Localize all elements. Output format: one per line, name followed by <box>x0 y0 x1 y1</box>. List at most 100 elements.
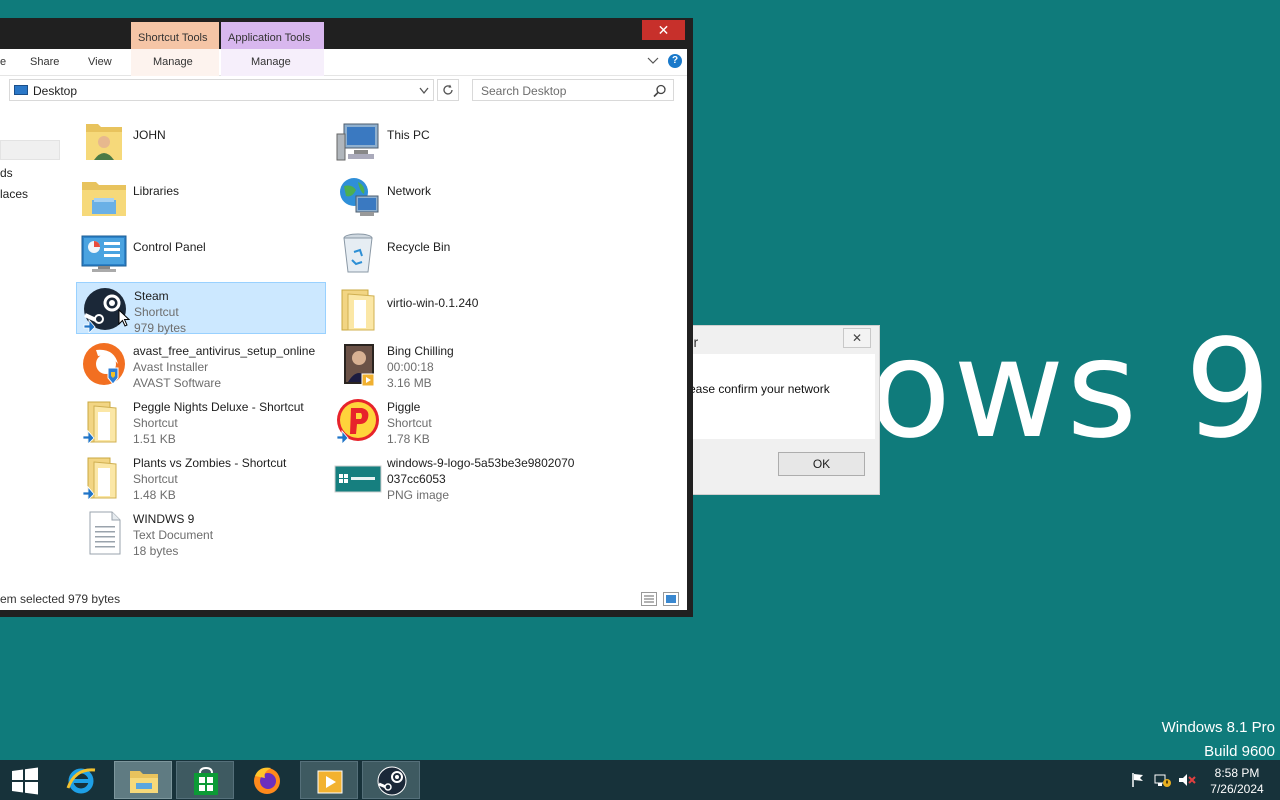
item-duration: 00:00:18 <box>387 360 434 374</box>
list-item-john[interactable]: JOHN <box>76 114 326 166</box>
item-name-continued: 037cc6053 <box>387 472 446 486</box>
item-name: windows-9-logo-5a53be3e9802070 <box>387 456 575 470</box>
libraries-icon <box>82 182 126 216</box>
details-view-button[interactable] <box>641 592 657 606</box>
action-center-flag-icon[interactable] <box>1130 772 1146 788</box>
item-publisher: AVAST Software <box>133 376 222 390</box>
start-button[interactable] <box>0 761 58 799</box>
refresh-icon <box>443 84 453 95</box>
large-icons-view-icon <box>666 595 676 603</box>
ribbon-tabs: e Share View Manage Manage ? <box>0 49 687 76</box>
window-close-button[interactable]: ✕ <box>642 20 685 40</box>
edition-name: Windows 8.1 Pro <box>1161 719 1275 736</box>
details-view-icon <box>644 595 654 603</box>
address-text: Desktop <box>33 84 78 98</box>
nav-item-downloads[interactable]: ds <box>0 166 13 180</box>
taskbar-internet-explorer[interactable] <box>52 761 110 799</box>
network-icon <box>340 178 379 216</box>
status-bar: em selected 979 bytes <box>0 590 687 610</box>
start-icon <box>12 767 38 795</box>
item-name: This PC <box>387 128 430 142</box>
taskbar: 8:58 PM 7/26/2024 <box>0 760 1280 800</box>
chevron-down-icon[interactable] <box>419 85 429 99</box>
list-item-control-panel[interactable]: Control Panel <box>76 226 326 278</box>
list-item-avast-installer[interactable]: avast_free_antivirus_setup_online Avast … <box>76 338 326 390</box>
address-bar[interactable]: Desktop <box>9 79 434 101</box>
piggle-icon <box>336 399 379 444</box>
computer-icon <box>336 123 379 161</box>
item-size: 18 bytes <box>133 544 179 558</box>
taskbar-steam[interactable] <box>362 761 420 799</box>
item-name: JOHN <box>133 128 166 142</box>
dialog-close-button[interactable]: ✕ <box>843 328 871 348</box>
store-icon <box>194 766 218 795</box>
text-document-icon <box>89 511 121 555</box>
item-type: PNG image <box>387 488 450 502</box>
tab-home[interactable]: e <box>0 56 6 68</box>
steam-icon <box>377 766 407 796</box>
item-size: 1.78 KB <box>387 432 430 446</box>
volume-muted-icon[interactable] <box>1178 772 1196 788</box>
list-item-network[interactable]: Network <box>330 170 580 222</box>
list-item-virtio-win[interactable]: virtio-win-0.1.240 <box>330 282 580 334</box>
network-status-icon[interactable] <box>1154 772 1172 788</box>
taskbar-store[interactable] <box>176 761 234 799</box>
title-bar[interactable]: Shortcut Tools Application Tools ✕ <box>0 18 687 49</box>
internet-explorer-icon <box>66 768 96 794</box>
system-clock[interactable]: 8:58 PM 7/26/2024 <box>1205 765 1269 797</box>
help-icon[interactable]: ? <box>668 54 682 68</box>
tab-manage-application[interactable]: Manage <box>251 56 291 68</box>
item-type: Avast Installer <box>133 360 209 374</box>
item-type: Shortcut <box>133 472 178 486</box>
list-item-windows-9-logo[interactable]: windows-9-logo-5a53be3e9802070 037cc6053… <box>330 450 580 502</box>
taskbar-firefox[interactable] <box>238 761 296 799</box>
search-icon[interactable] <box>653 84 667 98</box>
item-size: 1.48 KB <box>133 488 176 502</box>
list-item-windws-9[interactable]: WINDWS 9 Text Document 18 bytes <box>76 506 326 558</box>
shortcut-tools-tab[interactable]: Shortcut Tools <box>131 22 219 49</box>
nav-item-recent-places[interactable]: laces <box>0 187 28 201</box>
video-thumbnail-icon <box>344 344 375 387</box>
application-tools-tab[interactable]: Application Tools <box>221 22 324 49</box>
item-size: 1.51 KB <box>133 432 176 446</box>
file-explorer-window: Shortcut Tools Application Tools ✕ e Sha… <box>0 18 693 617</box>
item-name: virtio-win-0.1.240 <box>387 296 479 310</box>
nav-item-highlighted[interactable] <box>0 140 60 160</box>
item-size: 979 bytes <box>134 321 187 335</box>
list-item-libraries[interactable]: Libraries <box>76 170 326 222</box>
taskbar-file-explorer[interactable] <box>114 761 172 799</box>
control-panel-icon <box>81 235 127 272</box>
item-name: WINDWS 9 <box>133 512 195 526</box>
list-item-peggle-nights[interactable]: Peggle Nights Deluxe - Shortcut Shortcut… <box>76 394 326 446</box>
mouse-cursor-icon <box>118 309 130 327</box>
status-text: em selected 979 bytes <box>0 592 121 606</box>
list-item-steam[interactable]: Steam Shortcut 979 bytes <box>76 282 326 335</box>
item-name: Steam <box>134 289 169 303</box>
clock-date: 7/26/2024 <box>1210 782 1264 796</box>
list-item-piggle[interactable]: Piggle Shortcut 1.78 KB <box>330 394 580 446</box>
search-input[interactable]: Search Desktop <box>481 84 566 98</box>
media-player-icon <box>317 770 343 794</box>
avast-icon <box>83 343 125 385</box>
refresh-button[interactable] <box>437 79 459 101</box>
dialog-ok-button[interactable]: OK <box>778 452 865 476</box>
file-list: JOHN This PC Libraries Network Control P… <box>76 114 676 574</box>
clock-time: 8:58 PM <box>1214 766 1260 780</box>
list-item-this-pc[interactable]: This PC <box>330 114 580 166</box>
list-item-plants-vs-zombies[interactable]: Plants vs Zombies - Shortcut Shortcut 1.… <box>76 450 326 502</box>
tab-manage-shortcut[interactable]: Manage <box>153 56 193 68</box>
tab-view[interactable]: View <box>88 56 112 68</box>
large-icons-view-button[interactable] <box>663 592 679 606</box>
item-name: Recycle Bin <box>387 240 451 254</box>
search-box[interactable]: Search Desktop <box>472 79 674 101</box>
list-item-bing-chilling[interactable]: Bing Chilling 00:00:18 3.16 MB <box>330 338 580 390</box>
item-name: Piggle <box>387 400 421 414</box>
tab-share[interactable]: Share <box>30 56 59 68</box>
taskbar-media-player[interactable] <box>300 761 358 799</box>
item-name: avast_free_antivirus_setup_online <box>133 344 316 358</box>
list-item-recycle-bin[interactable]: Recycle Bin <box>330 226 580 278</box>
item-type: Text Document <box>133 528 214 542</box>
dialog-message: ease confirm your network <box>689 382 830 396</box>
item-name: Libraries <box>133 184 180 198</box>
expand-ribbon-icon[interactable] <box>647 57 659 65</box>
